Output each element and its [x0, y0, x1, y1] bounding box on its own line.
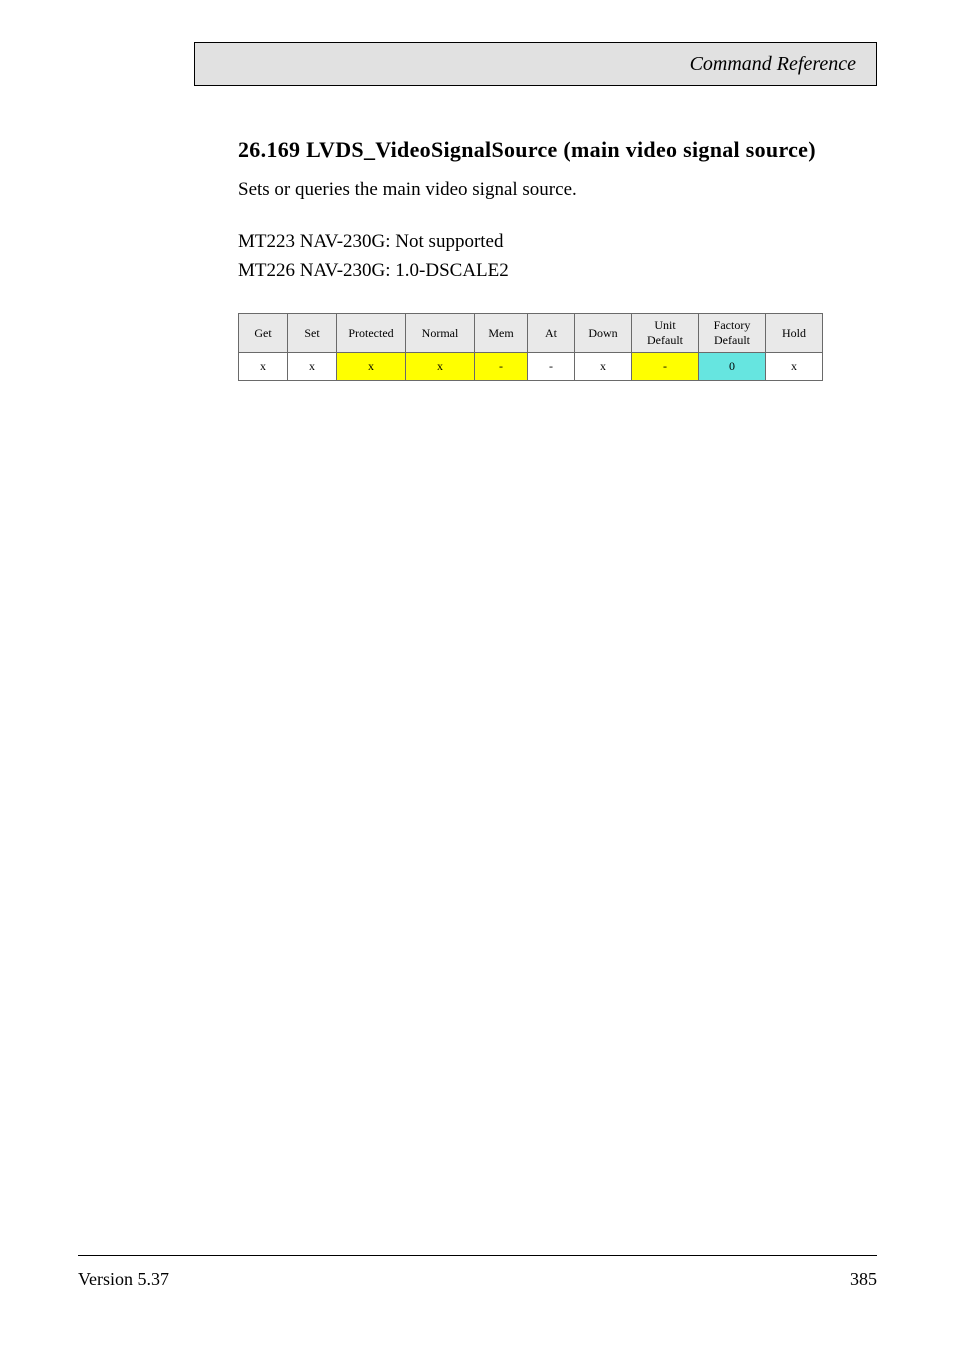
col-protected: Protected	[337, 314, 406, 353]
col-unit-default: Unit Default	[632, 314, 699, 353]
col-mem: Mem	[475, 314, 528, 353]
col-down: Down	[575, 314, 632, 353]
cell-down: x	[575, 353, 632, 381]
cell-get: x	[239, 353, 288, 381]
col-factory-default: Factory Default	[699, 314, 766, 353]
table-row: x x x x - - x - 0 x	[239, 353, 823, 381]
col-normal: Normal	[406, 314, 475, 353]
cell-protected: x	[337, 353, 406, 381]
section-title: 26.169 LVDS_VideoSignalSource (main vide…	[238, 137, 816, 163]
header-box: Command Reference	[194, 42, 877, 86]
cell-normal: x	[406, 353, 475, 381]
col-get: Get	[239, 314, 288, 353]
spec-table: Get Set Protected Normal Mem At Down Uni…	[238, 313, 823, 381]
cell-hold: x	[766, 353, 823, 381]
header-title: Command Reference	[690, 53, 856, 76]
col-set: Set	[288, 314, 337, 353]
cell-at: -	[528, 353, 575, 381]
cell-set: x	[288, 353, 337, 381]
cell-unit-default: -	[632, 353, 699, 381]
footer-version: Version 5.37	[78, 1269, 169, 1290]
support-line-1: MT223 NAV-230G: Not supported	[238, 229, 503, 255]
table-header-row: Get Set Protected Normal Mem At Down Uni…	[239, 314, 823, 353]
description: Sets or queries the main video signal so…	[238, 177, 577, 203]
footer-page-number: 385	[850, 1269, 877, 1290]
support-line-2: MT226 NAV-230G: 1.0-DSCALE2	[238, 258, 509, 284]
page: Command Reference 26.169 LVDS_VideoSigna…	[0, 0, 954, 1351]
cell-mem: -	[475, 353, 528, 381]
cell-factory-default: 0	[699, 353, 766, 381]
col-at: At	[528, 314, 575, 353]
footer-rule	[78, 1255, 877, 1256]
col-hold: Hold	[766, 314, 823, 353]
